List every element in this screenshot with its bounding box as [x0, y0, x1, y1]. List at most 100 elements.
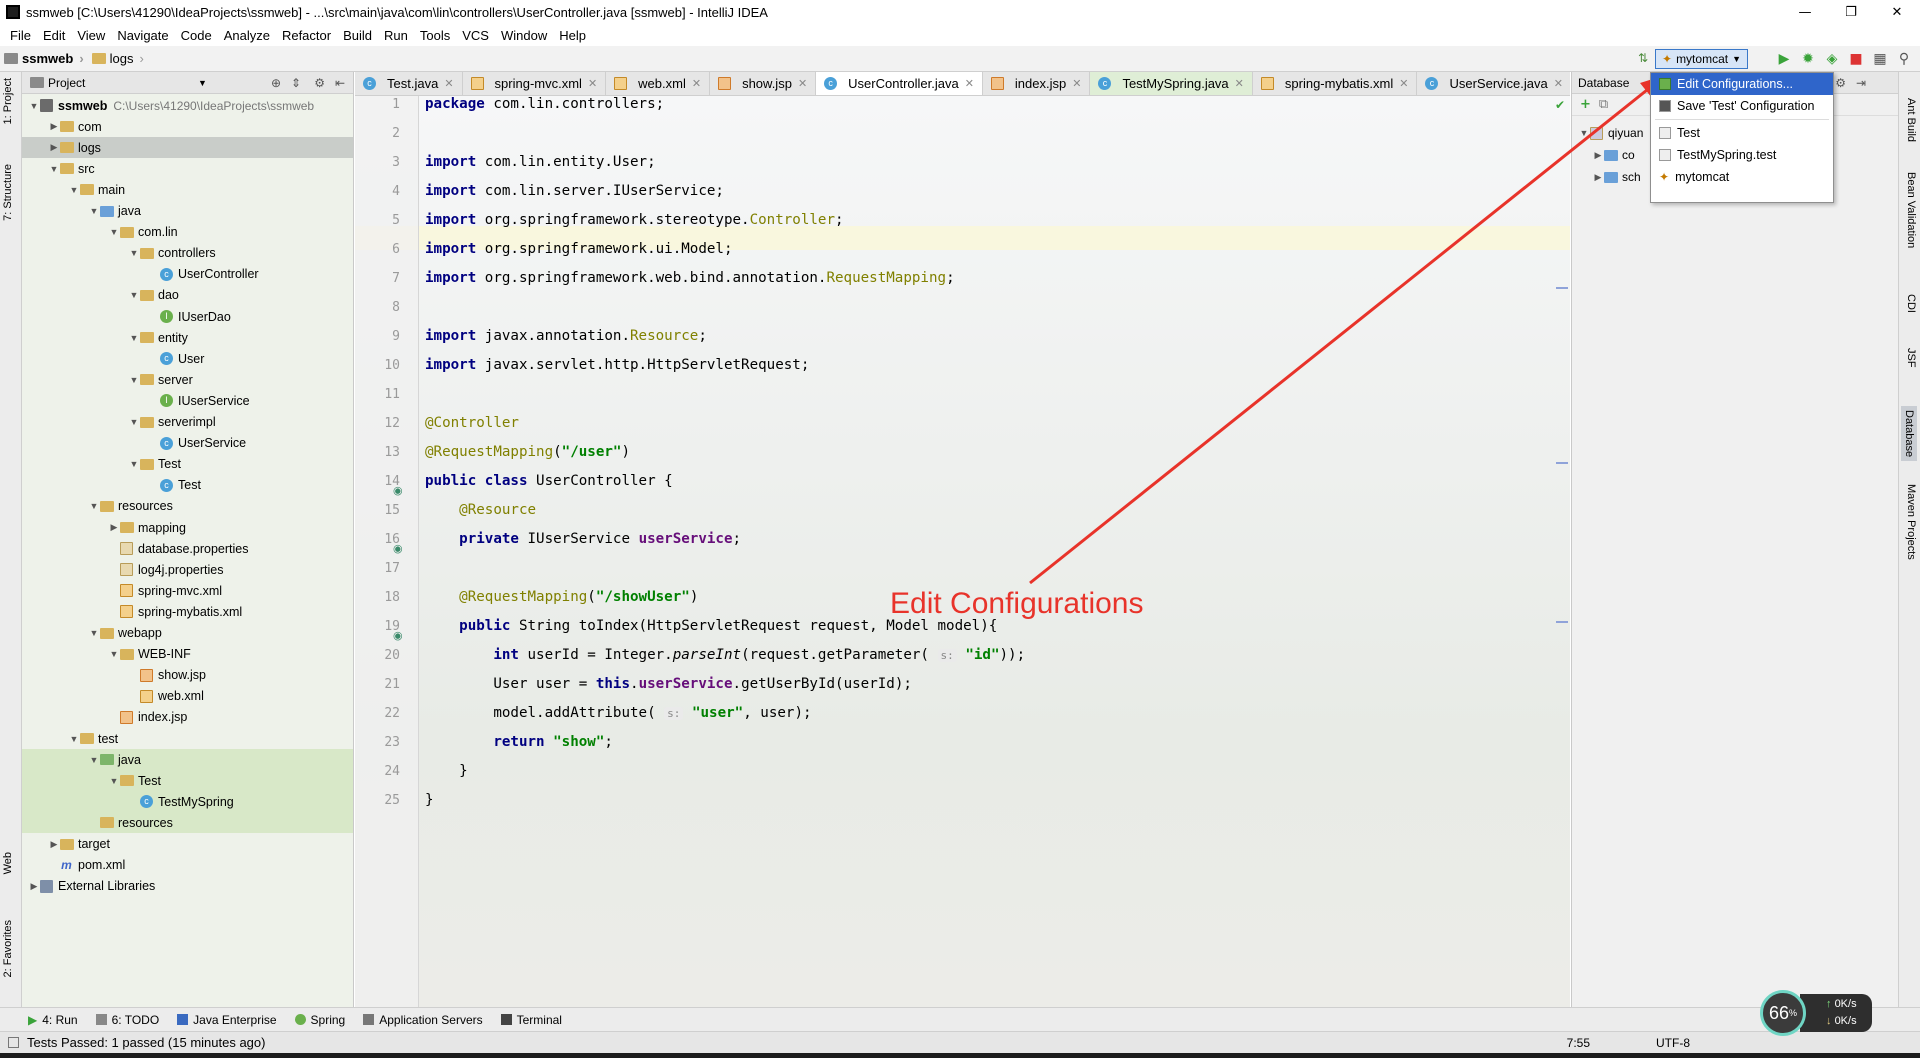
close-button[interactable]: ✕	[1874, 0, 1920, 24]
db-tree-item[interactable]: ▶ co	[1592, 148, 1635, 162]
hide-panel-icon[interactable]: ⇥	[1856, 76, 1866, 90]
run-configuration-selector[interactable]: ✦ mytomcat ▼	[1655, 49, 1748, 69]
build-icon[interactable]: ⇅	[1638, 51, 1648, 65]
tree-item[interactable]: m pom.xml	[22, 855, 353, 876]
editor-tab[interactable]: c UserController.java ✕	[816, 72, 983, 95]
menu-navigate[interactable]: Navigate	[111, 28, 174, 43]
tree-item[interactable]: c User	[22, 348, 353, 369]
close-tab-icon[interactable]: ✕	[1399, 77, 1408, 90]
tree-item[interactable]: spring-mvc.xml	[22, 580, 353, 601]
tree-item[interactable]: spring-mybatis.xml	[22, 601, 353, 622]
tree-item[interactable]: ▶ External Libraries	[22, 876, 353, 897]
menu-window[interactable]: Window	[495, 28, 553, 43]
run-icon[interactable]: ▶	[1774, 49, 1794, 69]
close-tab-icon[interactable]: ✕	[1554, 77, 1563, 90]
chevron-down-icon[interactable]: ▼	[128, 248, 140, 258]
chevron-down-icon[interactable]: ▼	[128, 333, 140, 343]
ant-build-tool-tab[interactable]: Ant Build	[1905, 98, 1917, 142]
tree-item[interactable]: c UserService	[22, 433, 353, 454]
web-tool-tab[interactable]: Web	[2, 852, 14, 874]
editor-tab[interactable]: web.xml ✕	[606, 72, 711, 95]
autowire-gutter-icon[interactable]: ◉	[393, 542, 403, 555]
menu-run[interactable]: Run	[378, 28, 414, 43]
chevron-down-icon[interactable]: ▼	[68, 185, 80, 195]
editor-tab[interactable]: show.jsp ✕	[710, 72, 817, 95]
breadcrumb-ssmweb[interactable]: ssmweb ›	[0, 51, 88, 66]
editor-tab[interactable]: c TestMySpring.java ✕	[1090, 72, 1253, 95]
todo-tool-button[interactable]: 6: TODO	[95, 1013, 159, 1027]
menu-item-test[interactable]: Test	[1651, 122, 1833, 144]
jsf-tool-tab[interactable]: JSF	[1905, 348, 1917, 368]
error-stripe-marker[interactable]	[1556, 621, 1568, 623]
favorites-tool-tab[interactable]: 2: Favorites	[2, 920, 14, 977]
tree-item[interactable]: web.xml	[22, 686, 353, 707]
chevron-down-icon[interactable]: ▼	[88, 755, 100, 765]
close-tab-icon[interactable]: ✕	[1072, 77, 1081, 90]
menu-edit[interactable]: Edit	[37, 28, 71, 43]
structure-tool-tab[interactable]: 7: Structure	[2, 164, 14, 221]
maven-projects-tool-tab[interactable]: Maven Projects	[1905, 484, 1917, 560]
search-icon[interactable]: ⚲	[1894, 49, 1914, 69]
chevron-down-icon[interactable]: ▼	[128, 417, 140, 427]
tree-item[interactable]: database.properties	[22, 538, 353, 559]
tree-item[interactable]: c Test	[22, 475, 353, 496]
tree-item[interactable]: c UserController	[22, 264, 353, 285]
menu-item-testmyspring[interactable]: TestMySpring.test	[1651, 144, 1833, 166]
chevron-right-icon[interactable]: ▶	[28, 881, 40, 892]
tree-item[interactable]: log4j.properties	[22, 559, 353, 580]
project-panel-title[interactable]: Project	[48, 76, 85, 90]
tool-windows-toggle-icon[interactable]	[8, 1037, 19, 1048]
tree-item[interactable]: ▼ serverimpl	[22, 412, 353, 433]
chevron-down-icon[interactable]: ▼	[88, 501, 100, 511]
tree-item[interactable]: ▼ webapp	[22, 623, 353, 644]
tree-item[interactable]: ▼ WEB-INF	[22, 644, 353, 665]
menu-tools[interactable]: Tools	[414, 28, 456, 43]
application-servers-tool-button[interactable]: Application Servers	[363, 1013, 483, 1027]
chevron-right-icon[interactable]: ▶	[48, 839, 60, 850]
tree-item[interactable]: ▼ src	[22, 158, 353, 179]
close-tab-icon[interactable]: ✕	[798, 77, 807, 90]
chevron-down-icon[interactable]: ▼	[28, 101, 40, 111]
menu-item-save-configuration[interactable]: Save 'Test' Configuration	[1651, 95, 1833, 117]
tree-item[interactable]: ▼ ssmweb C:\Users\41290\IdeaProjects\ssmwe…	[22, 95, 353, 116]
menu-refactor[interactable]: Refactor	[276, 28, 337, 43]
chevron-right-icon[interactable]: ▶	[48, 142, 60, 153]
code-editor[interactable]: 1 2 3 4 5 6 7 8 9 10 11 12 13 14 15 16 17 18 19 20 21 22 23 24 2…	[355, 96, 1570, 1007]
tree-item[interactable]: ▼ entity	[22, 327, 353, 348]
chevron-right-icon[interactable]: ▶	[48, 121, 60, 132]
chevron-down-icon[interactable]: ▼	[108, 776, 120, 786]
project-tool-tab[interactable]: 1: Project	[2, 78, 14, 124]
editor-tab[interactable]: spring-mybatis.xml ✕	[1253, 72, 1418, 95]
error-stripe-marker[interactable]	[1556, 462, 1568, 464]
tree-item[interactable]: ▼ java	[22, 749, 353, 771]
tree-item[interactable]: ▶ com	[22, 116, 353, 137]
tree-item[interactable]: ▶ mapping	[22, 517, 353, 538]
menu-analyze[interactable]: Analyze	[218, 28, 276, 43]
minimize-button[interactable]: —	[1782, 0, 1828, 24]
error-stripe-marker[interactable]	[1556, 287, 1568, 289]
tree-item[interactable]: I IUserService	[22, 390, 353, 411]
caret-position[interactable]: 7:55	[1567, 1036, 1590, 1050]
tree-item[interactable]: ▶ target	[22, 834, 353, 855]
java-enterprise-tool-button[interactable]: Java Enterprise	[177, 1013, 277, 1027]
database-tool-tab[interactable]: Database	[1901, 406, 1917, 462]
tree-item[interactable]: ▼ server	[22, 369, 353, 390]
chevron-right-icon[interactable]: ▶	[108, 522, 120, 533]
close-tab-icon[interactable]: ✕	[965, 77, 974, 90]
chevron-down-icon[interactable]: ▼	[108, 227, 120, 237]
editor-tab[interactable]: index.jsp ✕	[983, 72, 1091, 95]
close-tab-icon[interactable]: ✕	[692, 77, 701, 90]
run-tool-button[interactable]: ▶ 4: Run	[28, 1013, 78, 1027]
chevron-down-icon[interactable]: ▼	[128, 459, 140, 469]
hide-panel-icon[interactable]: ⇤	[335, 76, 345, 90]
tree-item[interactable]: ▼ java	[22, 201, 353, 222]
bean-validation-tool-tab[interactable]: Bean Validation	[1905, 172, 1917, 248]
editor-tab[interactable]: c Test.java ✕	[355, 72, 463, 95]
add-icon[interactable]: +	[1580, 97, 1591, 112]
menu-item-edit-configurations[interactable]: Edit Configurations...	[1651, 73, 1833, 95]
spring-tool-button[interactable]: Spring	[294, 1013, 345, 1027]
tree-item[interactable]: c TestMySpring	[22, 791, 353, 813]
db-tree-item[interactable]: ▶ sch	[1592, 170, 1641, 184]
mapping-gutter-icon[interactable]: ◉	[393, 629, 403, 642]
inspection-ok-icon[interactable]: ✔	[1555, 98, 1565, 112]
